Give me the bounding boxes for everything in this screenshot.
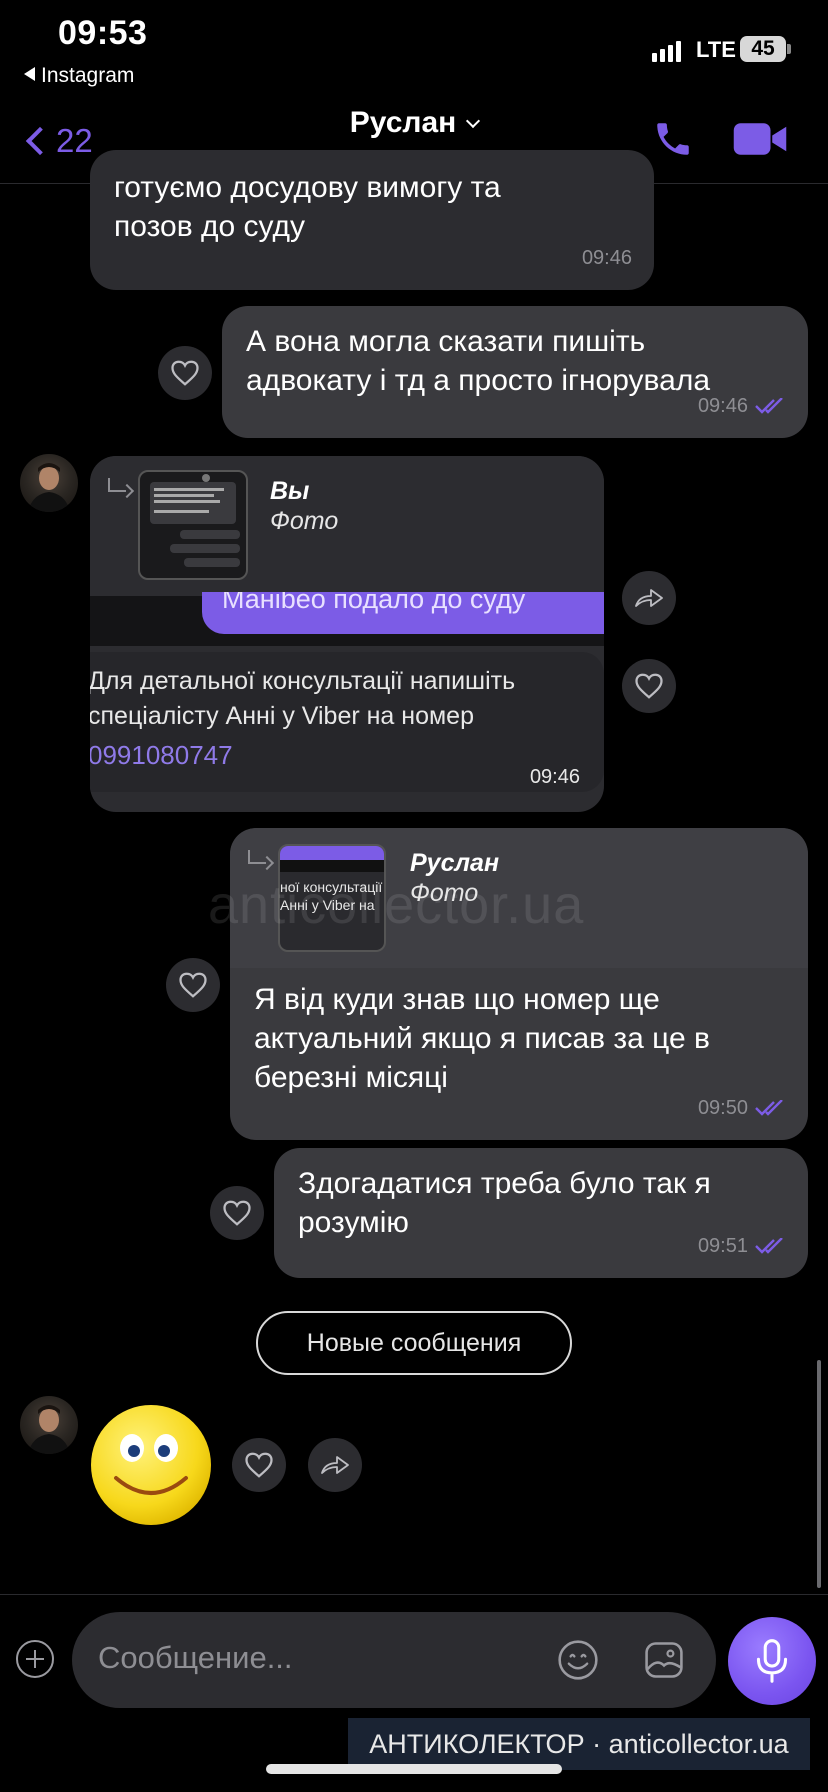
screenshot-incoming-bubble: Для детальної консультації напишіть спец… <box>90 652 604 792</box>
screenshot-text: Для детальної консультації напишіть спец… <box>90 667 516 730</box>
footer-banner: АНТИКОЛЕКТОР · anticollector.ua <box>348 1718 810 1770</box>
screenshot-strip: Маніbeo подало до суду <box>90 592 604 646</box>
message-bubble-outgoing[interactable]: Здогадатися треба було так я розумію 09:… <box>274 1148 808 1278</box>
message-time: 09:46 <box>581 247 632 269</box>
share-icon <box>635 589 663 607</box>
message-bubble-incoming-photo[interactable]: Вы Фото Маніbeo подало до суду Для детал… <box>90 456 604 812</box>
message-composer <box>72 1612 716 1708</box>
quote-thumbnail <box>138 470 248 580</box>
back-app-label: Instagram <box>41 64 135 87</box>
emoji-icon[interactable] <box>556 1638 600 1682</box>
heart-icon <box>223 1200 251 1226</box>
new-messages-divider: Новые сообщения <box>256 1311 572 1375</box>
avatar[interactable] <box>20 1396 78 1454</box>
phone-icon[interactable] <box>652 118 694 160</box>
double-check-icon <box>755 1238 783 1254</box>
heart-icon <box>245 1452 273 1478</box>
message-bubble-incoming[interactable]: готуємо досудову вимогу та позов до суду… <box>90 150 654 290</box>
back-to-app-link[interactable]: Instagram <box>24 64 134 88</box>
status-time: 09:53 <box>58 14 148 52</box>
like-button[interactable] <box>166 958 220 1012</box>
screenshot-time: 09:46 <box>529 766 580 788</box>
battery-icon: 45 <box>740 36 786 62</box>
video-icon[interactable] <box>732 118 788 160</box>
share-icon <box>321 1456 349 1474</box>
message-text: готуємо досудову вимогу та позов до суду <box>114 171 501 243</box>
quote-type: Фото <box>270 507 339 535</box>
quote-block[interactable]: Вы Фото <box>90 456 604 596</box>
gallery-icon[interactable] <box>642 1638 686 1682</box>
home-indicator[interactable] <box>266 1764 562 1774</box>
like-button[interactable] <box>210 1186 264 1240</box>
reply-arrow-icon <box>108 478 126 492</box>
contact-name-label: Руслан <box>349 106 457 139</box>
like-button[interactable] <box>158 346 212 400</box>
message-input[interactable] <box>98 1640 498 1676</box>
scrollbar[interactable] <box>817 1360 821 1588</box>
heart-icon <box>635 673 663 699</box>
like-button[interactable] <box>622 659 676 713</box>
input-divider <box>0 1594 828 1595</box>
network-label: LTE <box>696 37 736 62</box>
message-text: А вона могла сказати пишіть адвокату і т… <box>246 325 711 397</box>
avatar[interactable] <box>20 454 78 512</box>
like-button[interactable] <box>232 1438 286 1492</box>
heart-icon <box>171 360 199 386</box>
screenshot-outgoing-bubble: Маніbeo подало до суду <box>202 592 604 634</box>
share-button[interactable] <box>622 571 676 625</box>
contact-name[interactable]: Руслан <box>0 106 828 140</box>
message-text: Здогадатися треба було так я розумію <box>298 1167 711 1239</box>
double-check-icon <box>755 398 783 414</box>
message-time: 09:46 <box>698 387 786 426</box>
microphone-button[interactable] <box>728 1617 816 1705</box>
smiley-sticker[interactable] <box>90 1404 212 1526</box>
signal-icon <box>652 40 682 62</box>
share-button[interactable] <box>308 1438 362 1492</box>
screenshot-top-text: Маніbeo подало до суду <box>222 592 526 614</box>
message-bubble-outgoing[interactable]: А вона могла сказати пишіть адвокату і т… <box>222 306 808 438</box>
chevron-down-icon <box>466 113 481 129</box>
watermark: anticollector.ua <box>208 875 585 935</box>
back-triangle-icon <box>24 67 35 81</box>
screenshot-phone-link: 0991080747 <box>90 740 233 770</box>
plus-icon[interactable] <box>16 1640 54 1678</box>
message-time: 09:51 <box>698 1227 786 1266</box>
microphone-icon <box>756 1639 788 1683</box>
message-time: 09:50 <box>698 1089 786 1128</box>
message-text: Я від куди знав що номер ще актуальний я… <box>254 983 710 1094</box>
double-check-icon <box>755 1100 783 1116</box>
heart-icon <box>179 972 207 998</box>
reply-arrow-icon <box>248 850 266 864</box>
battery-tip <box>787 44 791 54</box>
